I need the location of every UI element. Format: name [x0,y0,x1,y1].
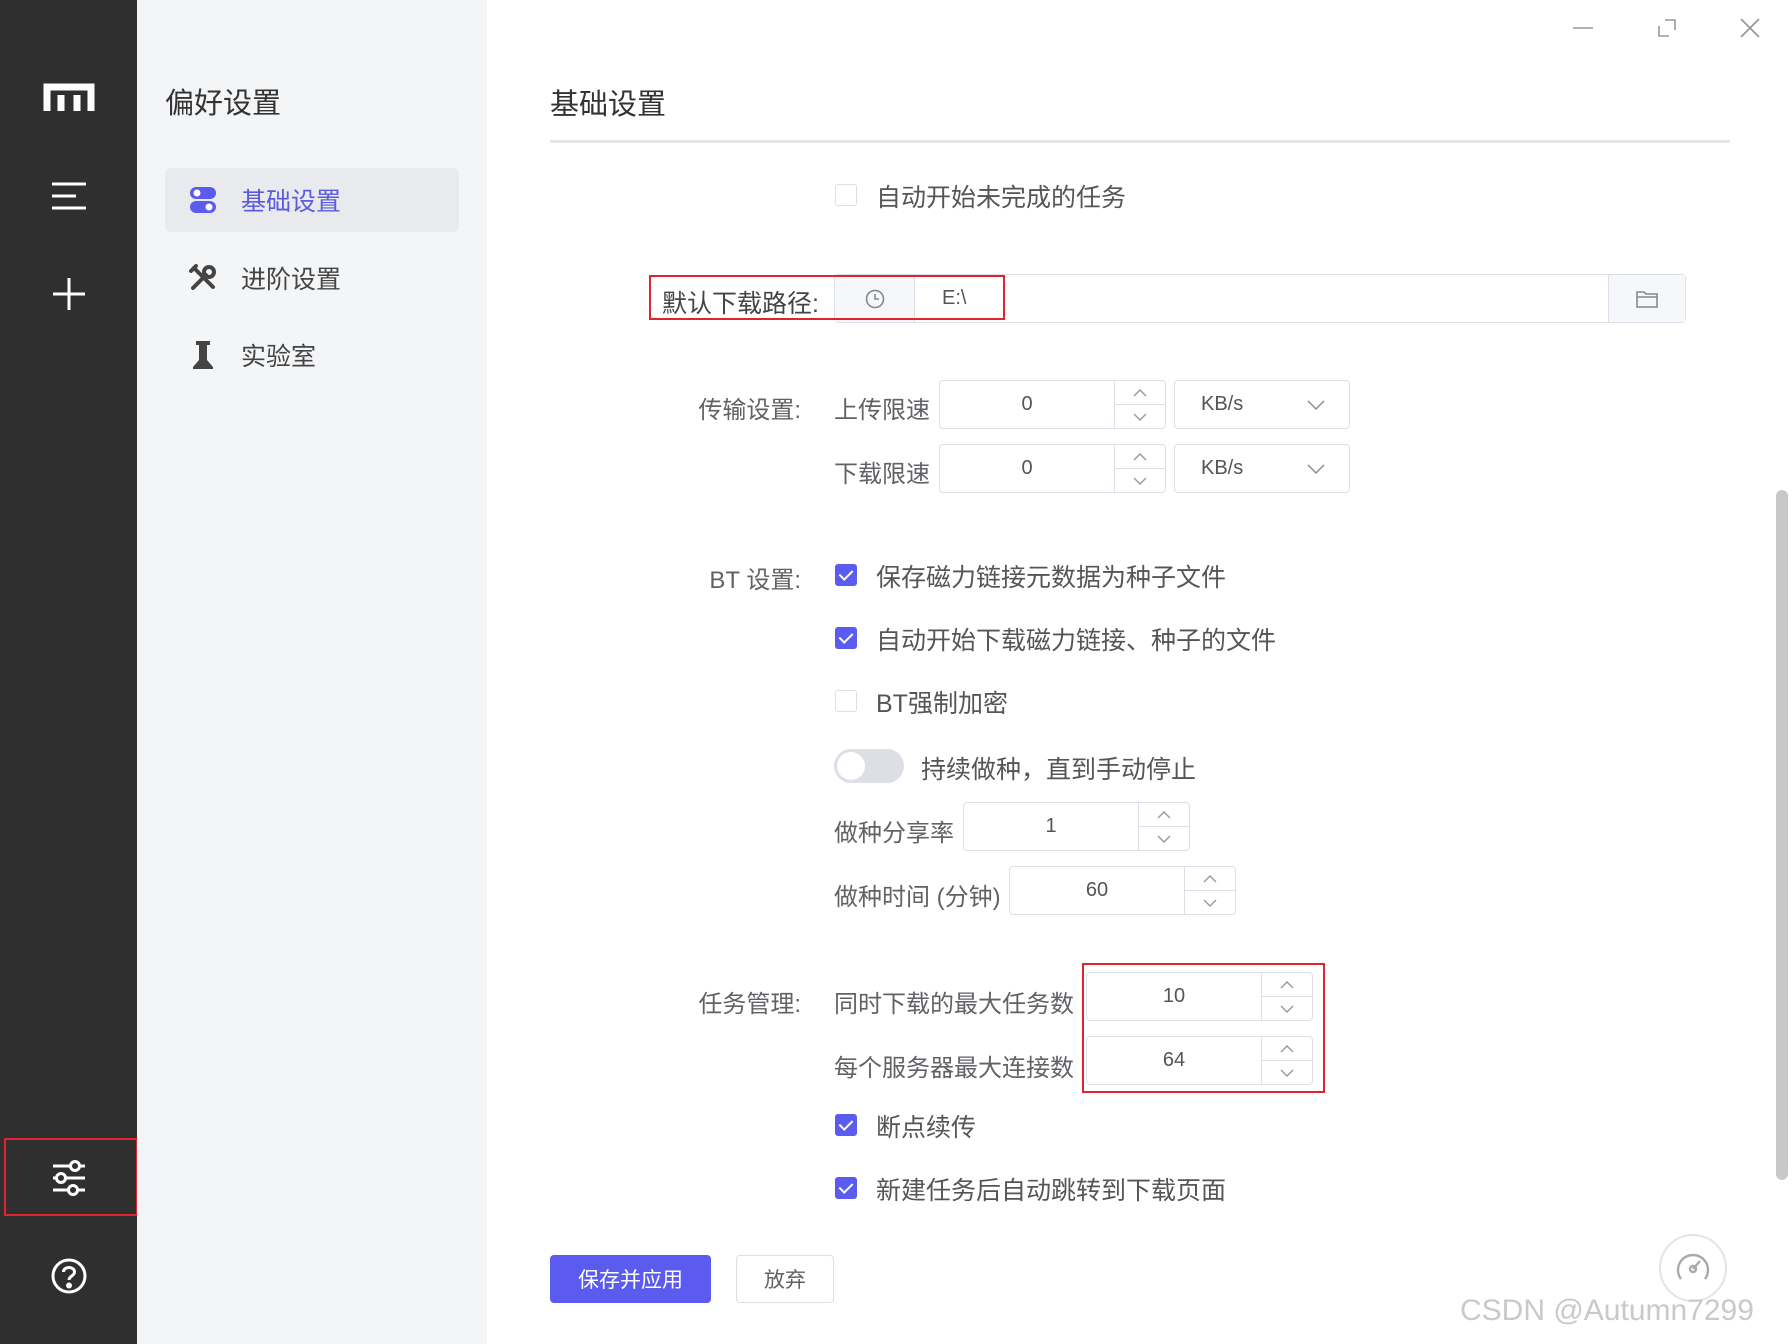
increment-icon[interactable] [1139,803,1189,826]
increment-icon[interactable] [1262,1037,1312,1060]
history-icon[interactable] [835,275,915,322]
app-rail [0,0,137,1344]
task-management-label: 任务管理: [698,991,801,1018]
help-icon[interactable] [0,1236,137,1316]
logo-icon [0,58,137,138]
download-unit-value: KB/s [1201,457,1244,479]
download-limit-stepper[interactable]: 0 [939,444,1166,493]
sidebar-item-advanced[interactable]: 进阶设置 [165,246,459,310]
force-encrypt-checkbox[interactable] [835,690,857,712]
seed-time-stepper[interactable]: 60 [1009,866,1236,915]
seed-ratio-stepper[interactable]: 1 [963,802,1190,851]
download-limit-label: 下载限速 [834,461,930,488]
increment-icon[interactable] [1115,381,1165,404]
keep-seeding-toggle[interactable] [834,749,904,783]
sidebar-item-lab[interactable]: 实验室 [165,323,459,387]
upload-limit-stepper[interactable]: 0 [939,380,1166,429]
resume-label: 断点续传 [876,1114,977,1142]
increment-icon[interactable] [1115,445,1165,468]
decrement-icon[interactable] [1185,890,1235,914]
increment-icon[interactable] [1262,973,1312,996]
upload-unit-value: KB/s [1201,393,1244,415]
max-connections-value[interactable]: 64 [1087,1037,1261,1084]
download-path-label: 默认下载路径: [662,290,819,318]
sidebar-item-label: 实验室 [241,343,317,371]
increment-icon[interactable] [1185,867,1235,890]
sidebar-item-label: 基础设置 [241,188,342,216]
chevron-down-icon [1307,399,1325,410]
close-icon[interactable] [1732,10,1768,46]
decrement-icon[interactable] [1115,468,1165,492]
maximize-icon[interactable] [1649,10,1685,46]
save-magnet-label: 保存磁力链接元数据为种子文件 [876,564,1227,592]
sidebar-title: 偏好设置 [165,88,282,120]
jump-to-download-label: 新建任务后自动跳转到下载页面 [876,1177,1227,1205]
keep-seeding-label: 持续做种，直到手动停止 [921,756,1197,784]
title-divider [550,140,1730,143]
auto-start-bt-checkbox[interactable] [835,627,857,649]
max-connections-stepper[interactable]: 64 [1086,1036,1313,1085]
transfer-label: 传输设置: [698,397,801,424]
auto-start-bt-label: 自动开始下载磁力链接、种子的文件 [876,627,1277,655]
task-list-icon[interactable] [0,156,137,236]
auto-resume-label: 自动开始未完成的任务 [876,184,1127,212]
force-encrypt-label: BT强制加密 [876,690,1008,718]
minimize-icon[interactable] [1565,10,1601,46]
settings-panel: 基础设置 自动开始未完成的任务 默认下载路径: E:\ 传输设置: 上传限速 0… [487,0,1792,1344]
sidebar-item-basic[interactable]: 基础设置 [165,168,459,232]
preferences-icon[interactable] [0,1138,137,1218]
upload-limit-value[interactable]: 0 [940,381,1114,428]
upload-unit-select[interactable]: KB/s [1174,380,1350,429]
speedometer-icon[interactable] [1659,1234,1727,1302]
page-title: 基础设置 [550,89,667,121]
folder-icon[interactable] [1608,275,1685,322]
tools-icon [183,263,223,293]
decrement-icon[interactable] [1115,404,1165,428]
decrement-icon[interactable] [1262,1060,1312,1084]
seed-ratio-value[interactable]: 1 [964,803,1138,850]
save-magnet-checkbox[interactable] [835,564,857,586]
seed-time-value[interactable]: 60 [1010,867,1184,914]
max-connections-label: 每个服务器最大连接数 [834,1055,1074,1082]
preferences-sidebar: 偏好设置 基础设置 进阶设置 实验室 [137,0,487,1344]
save-apply-button[interactable]: 保存并应用 [550,1255,711,1303]
decrement-icon[interactable] [1262,996,1312,1020]
scrollbar[interactable] [1776,490,1788,1180]
auto-resume-checkbox[interactable] [835,184,857,206]
max-concurrent-value[interactable]: 10 [1087,973,1261,1020]
download-unit-select[interactable]: KB/s [1174,444,1350,493]
flask-icon [183,340,223,370]
seed-ratio-label: 做种分享率 [834,820,954,847]
max-concurrent-stepper[interactable]: 10 [1086,972,1313,1021]
chevron-down-icon [1307,463,1325,474]
resume-checkbox[interactable] [835,1114,857,1136]
discard-button[interactable]: 放弃 [736,1255,834,1303]
download-path-input[interactable]: E:\ [942,287,966,310]
download-path-field: E:\ [834,274,1686,323]
watermark: CSDN @Autumn7299 [1460,1294,1754,1327]
toggle-icon [183,186,223,214]
decrement-icon[interactable] [1139,826,1189,850]
sidebar-item-label: 进阶设置 [241,266,342,294]
max-concurrent-label: 同时下载的最大任务数 [834,991,1074,1018]
upload-limit-label: 上传限速 [834,397,930,424]
seed-time-label: 做种时间 (分钟) [834,884,1001,911]
bt-settings-label: BT 设置: [709,567,801,594]
jump-to-download-checkbox[interactable] [835,1177,857,1199]
download-limit-value[interactable]: 0 [940,445,1114,492]
add-icon[interactable] [0,254,137,334]
